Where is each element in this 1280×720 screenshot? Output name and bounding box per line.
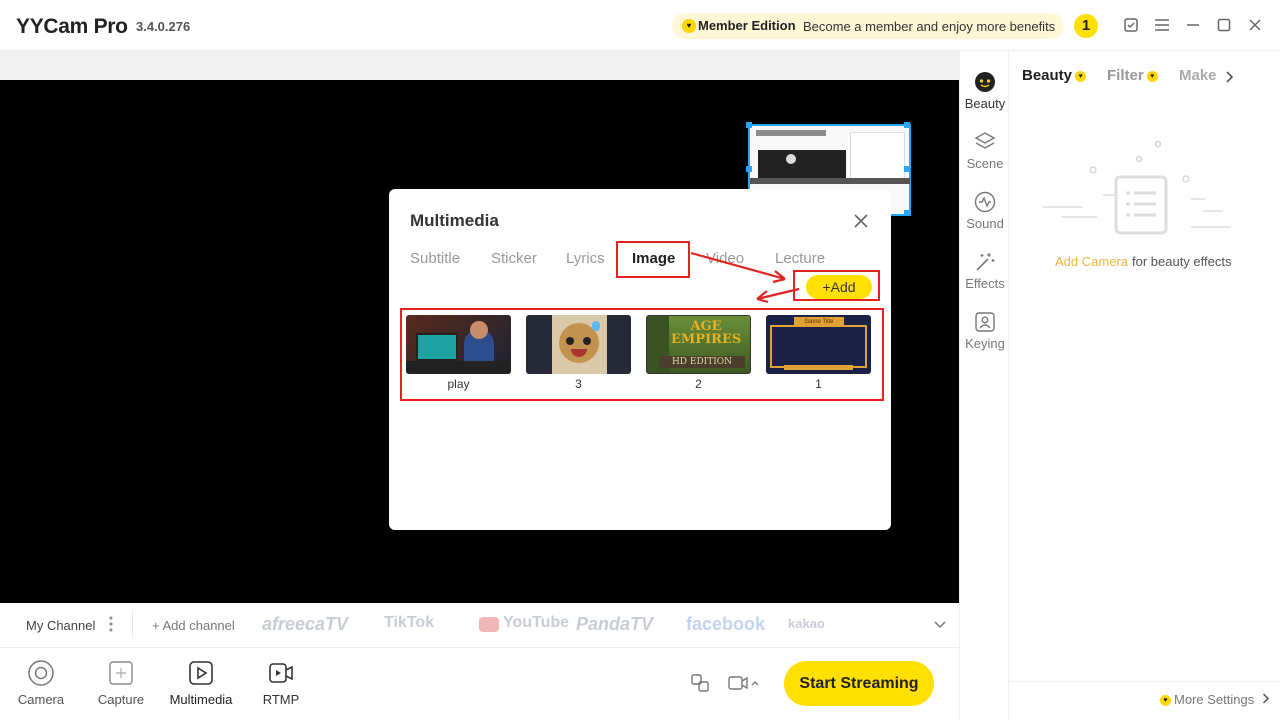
empty-state-illustration xyxy=(1043,140,1231,235)
member-promo-text: Become a member and enjoy more benefits xyxy=(803,19,1056,34)
close-icon[interactable] xyxy=(1244,14,1266,36)
image-caption: 1 xyxy=(815,377,822,391)
image-item-play[interactable]: play xyxy=(406,315,511,391)
add-button-highlight xyxy=(793,270,880,301)
platform-tiktok[interactable]: TikTok xyxy=(384,614,434,632)
heart-icon: ♥ xyxy=(682,19,696,33)
rail-label: Beauty xyxy=(964,96,1006,111)
tab-filter[interactable]: Filter ♥ xyxy=(1107,67,1158,84)
tab-label: Filter xyxy=(1107,67,1144,84)
nav-label: Multimedia xyxy=(169,692,233,707)
nav-label: Camera xyxy=(17,692,65,707)
my-channel-label[interactable]: My Channel xyxy=(26,618,95,633)
dialog-title: Multimedia xyxy=(410,211,499,230)
premium-heart-icon: ♥ xyxy=(1160,695,1171,707)
app-title: YYCam Pro xyxy=(16,15,128,38)
rail-label: Keying xyxy=(965,336,1005,351)
chevron-down-icon[interactable] xyxy=(934,617,946,629)
rtmp-icon xyxy=(268,660,294,686)
rail-label: Effects xyxy=(965,276,1005,291)
image-thumbnail xyxy=(526,315,631,374)
rail-keying[interactable]: Keying xyxy=(960,311,1010,351)
nav-multimedia[interactable]: Multimedia xyxy=(169,660,233,707)
tab-beauty[interactable]: Beauty ♥ xyxy=(1022,67,1087,84)
tab-lyrics[interactable]: Lyrics xyxy=(566,250,605,267)
rail-scene[interactable]: Scene xyxy=(960,131,1010,171)
thumb-text-empires: EMPIRES xyxy=(671,332,742,347)
app-version: 3.4.0.276 xyxy=(136,19,191,34)
video-source-icon[interactable] xyxy=(728,675,762,691)
image-thumbnail: Game Title xyxy=(766,315,871,374)
keying-icon xyxy=(974,311,996,333)
nav-label: RTMP xyxy=(262,692,300,707)
image-caption: 2 xyxy=(695,377,702,391)
nav-rtmp[interactable]: RTMP xyxy=(249,660,313,707)
beauty-hint-text: for beauty effects xyxy=(1132,254,1232,269)
maximize-icon[interactable] xyxy=(1213,14,1235,36)
camera-icon xyxy=(28,660,54,686)
member-edition-label: Member Edition xyxy=(698,18,796,33)
channel-more-icon[interactable] xyxy=(106,615,116,633)
divider xyxy=(1009,681,1280,682)
thumb-text-banner: Game Title xyxy=(794,317,844,327)
rail-sound[interactable]: Sound xyxy=(960,191,1010,231)
minimize-icon[interactable] xyxy=(1182,14,1204,36)
rail-label: Sound xyxy=(966,216,1004,231)
layers-icon xyxy=(974,131,996,153)
nav-capture[interactable]: Capture xyxy=(89,660,153,707)
add-channel-button[interactable]: + Add channel xyxy=(152,618,235,633)
rail-effects[interactable]: Effects xyxy=(960,251,1010,291)
thumb-text-hd-edition: HD EDITION xyxy=(659,356,745,368)
capture-icon xyxy=(108,660,134,686)
nav-camera[interactable]: Camera xyxy=(9,660,73,707)
notification-badge[interactable]: 1 xyxy=(1074,14,1098,38)
divider xyxy=(132,611,133,637)
image-tab-highlight xyxy=(616,241,690,278)
more-settings-label: More Settings xyxy=(1174,692,1255,707)
title-bar: YYCam Pro 3.4.0.276 ♥ Member Edition Bec… xyxy=(0,0,1280,51)
add-camera-link[interactable]: Add Camera xyxy=(1055,254,1128,269)
tab-makeup[interactable]: Make xyxy=(1179,67,1217,84)
youtube-icon xyxy=(479,617,499,632)
nav-label: Capture xyxy=(97,692,145,707)
beauty-panel: Beauty ♥ Filter ♥ Make Add Camera for beau… xyxy=(1009,51,1280,720)
platform-kakao[interactable]: kakao xyxy=(788,616,825,631)
chevron-right-icon xyxy=(1262,693,1269,704)
menu-icon[interactable] xyxy=(1151,14,1173,36)
image-item-3[interactable]: 3 xyxy=(526,315,631,391)
image-thumbnail xyxy=(406,315,511,374)
image-item-2[interactable]: AGE EMPIRES HD EDITION 2 xyxy=(646,315,751,391)
tab-label: Beauty xyxy=(1022,67,1073,84)
platform-youtube[interactable]: YouTube xyxy=(503,614,569,632)
magic-wand-icon xyxy=(974,251,996,273)
premium-heart-icon: ♥ xyxy=(1075,70,1087,82)
platform-pandatv[interactable]: PandaTV xyxy=(576,614,653,635)
multimedia-icon xyxy=(188,660,214,686)
feedback-icon[interactable] xyxy=(1120,14,1142,36)
more-settings-button[interactable]: ♥ More Settings xyxy=(1160,692,1270,707)
rail-beauty[interactable]: Beauty xyxy=(960,71,1010,111)
image-caption: 3 xyxy=(575,377,582,391)
side-rail: Beauty Scene Sound Effects Keying xyxy=(959,51,1009,720)
beauty-icon xyxy=(974,71,996,93)
chevron-right-icon[interactable] xyxy=(1225,70,1235,83)
platform-afreecatv[interactable]: afreecaTV xyxy=(262,614,348,635)
tab-subtitle[interactable]: Subtitle xyxy=(410,250,460,267)
member-banner[interactable]: ♥ Member Edition Become a member and enj… xyxy=(672,13,1064,39)
preview-top-strip xyxy=(0,51,959,80)
multimedia-dialog: Multimedia Subtitle Sticker Lyrics Image… xyxy=(389,189,891,530)
dialog-close-icon[interactable] xyxy=(849,209,873,233)
start-streaming-button[interactable]: Start Streaming xyxy=(784,661,934,706)
sound-icon xyxy=(974,191,996,213)
platform-facebook[interactable]: facebook xyxy=(686,614,765,635)
rail-label: Scene xyxy=(966,156,1004,171)
layout-switch-icon[interactable] xyxy=(691,674,709,692)
tab-sticker[interactable]: Sticker xyxy=(491,250,537,267)
image-caption: play xyxy=(447,377,470,391)
image-item-1[interactable]: Game Title 1 xyxy=(766,315,871,391)
image-thumbnail: AGE EMPIRES HD EDITION xyxy=(646,315,751,374)
premium-heart-icon: ♥ xyxy=(1146,70,1158,82)
